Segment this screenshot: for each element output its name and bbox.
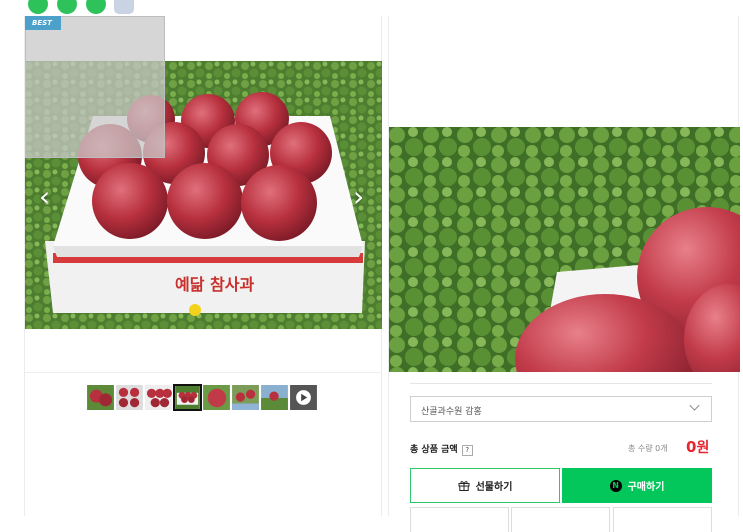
currency-unit: 원: [696, 440, 710, 456]
total-price-label: 총 상품 금액?: [410, 442, 473, 456]
prev-image-arrow[interactable]: ‹: [39, 183, 50, 211]
divider: [410, 383, 712, 384]
thumbnail[interactable]: [231, 384, 260, 411]
buy-button-label: 구매하기: [627, 482, 665, 493]
gift-icon: [458, 481, 470, 491]
thumbnail-active[interactable]: [173, 384, 202, 411]
share-icon[interactable]: [57, 0, 77, 14]
best-badge: BEST: [25, 16, 61, 30]
thumbnail[interactable]: [202, 384, 231, 411]
more-icon[interactable]: [114, 0, 134, 14]
npay-icon: N: [609, 479, 622, 492]
top-bar: [0, 0, 743, 16]
video-thumbnail[interactable]: [289, 384, 318, 411]
thumbnail[interactable]: [115, 384, 144, 411]
thumbnail[interactable]: [260, 384, 289, 411]
total-quantity: 총 수량 0개: [628, 444, 668, 453]
sub-action-button[interactable]: [613, 507, 712, 532]
thumbnail-strip: [86, 384, 318, 411]
thumbnail[interactable]: [86, 384, 115, 411]
total-price-value: 0: [686, 438, 697, 456]
product-gallery: 예닮 참사과 BEST ‹ ›: [24, 16, 382, 516]
naver-icon[interactable]: [86, 0, 106, 14]
help-icon[interactable]: ?: [461, 445, 473, 456]
buy-button[interactable]: N 구매하기: [562, 468, 712, 503]
thumbnail[interactable]: [144, 384, 173, 411]
gift-button[interactable]: 선물하기: [410, 468, 560, 503]
option-select-value: 산골과수원 감홍: [421, 407, 482, 417]
talk-icon[interactable]: [28, 0, 48, 14]
option-select[interactable]: 산골과수원 감홍: [410, 396, 712, 422]
total-price: 0원: [686, 437, 709, 457]
purchase-panel: 산골과수원 감홍 총 상품 금액? 총 수량 0개 0원 선물하기 N 구매하기: [388, 16, 740, 532]
gift-button-label: 선물하기: [475, 482, 513, 493]
sub-action-button[interactable]: [511, 507, 610, 532]
zoomed-image: [389, 127, 740, 372]
chevron-down-icon: [689, 400, 700, 411]
next-image-arrow[interactable]: ›: [353, 183, 364, 211]
total-label-text: 총 상품 금액: [410, 445, 458, 455]
zoom-lens[interactable]: [25, 16, 165, 158]
sub-action-button[interactable]: [410, 507, 509, 532]
divider: [25, 372, 382, 373]
box-brand-text: 예닮 참사과: [175, 275, 254, 294]
